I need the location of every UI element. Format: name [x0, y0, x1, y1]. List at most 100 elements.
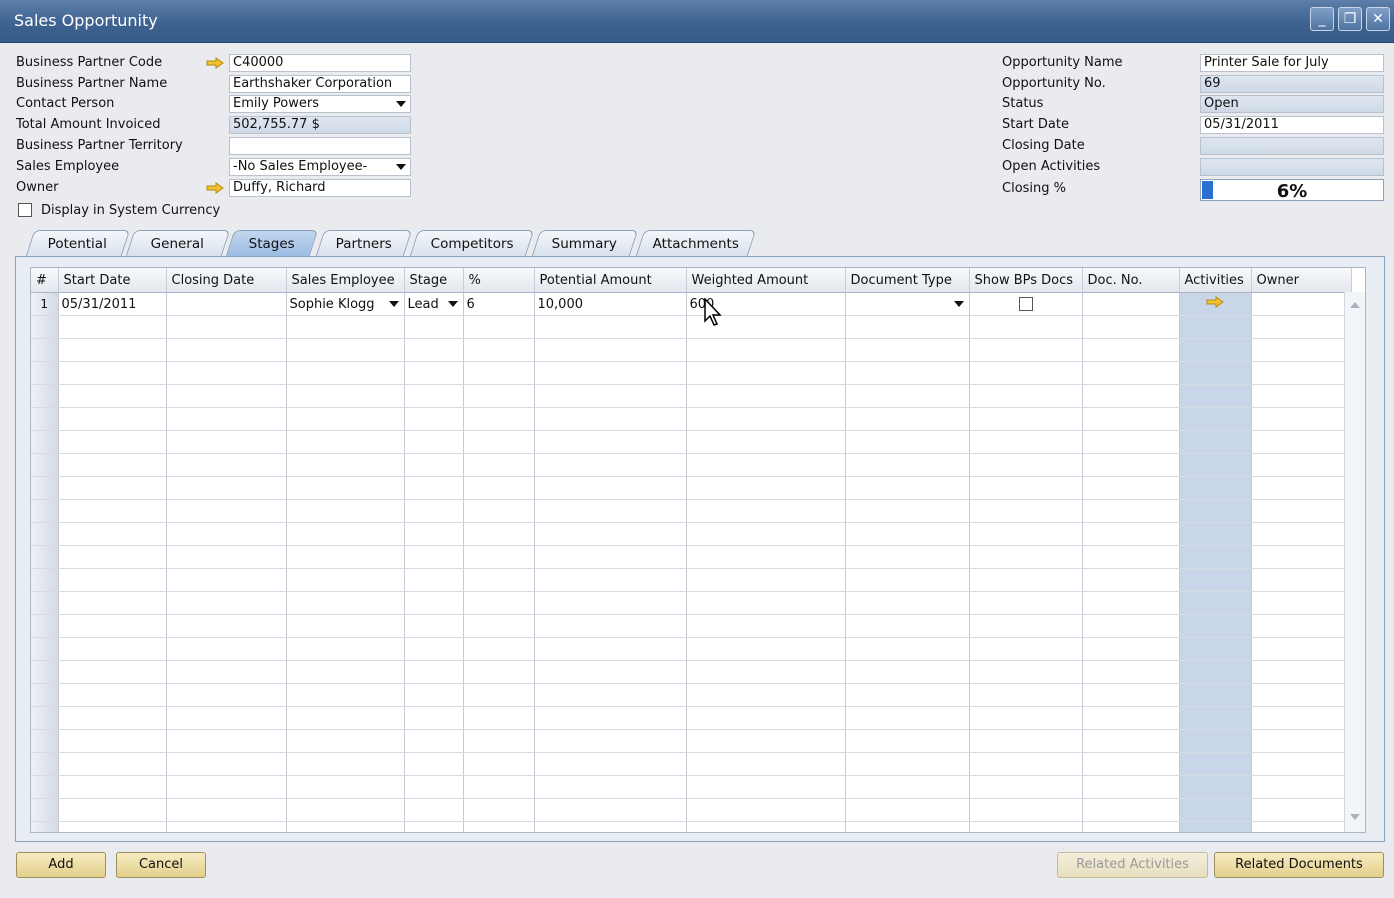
table-cell[interactable]	[58, 315, 167, 339]
vertical-scrollbar[interactable]	[1344, 292, 1365, 832]
table-cell[interactable]	[1179, 545, 1252, 569]
table-cell[interactable]	[1082, 338, 1180, 362]
table-cell[interactable]	[845, 338, 970, 362]
table-row[interactable]	[31, 706, 1352, 730]
opportunity-name-field[interactable]: Printer Sale for July	[1200, 54, 1384, 72]
territory-field[interactable]	[229, 137, 411, 155]
table-cell[interactable]	[1179, 338, 1252, 362]
table-cell[interactable]	[1251, 453, 1352, 477]
table-row[interactable]	[31, 476, 1352, 500]
show-bps-docs-cell[interactable]	[969, 292, 1083, 316]
table-cell[interactable]	[166, 430, 287, 454]
table-cell[interactable]	[1179, 384, 1252, 408]
scroll-down-icon[interactable]	[1350, 814, 1360, 820]
table-cell[interactable]	[463, 614, 535, 638]
table-cell[interactable]	[463, 683, 535, 707]
table-cell[interactable]	[286, 637, 405, 661]
table-cell[interactable]	[1251, 821, 1352, 832]
table-cell[interactable]	[969, 775, 1083, 799]
table-cell[interactable]	[1082, 407, 1180, 431]
table-cell[interactable]	[1251, 476, 1352, 500]
table-cell[interactable]	[286, 706, 405, 730]
chevron-down-icon[interactable]	[388, 301, 399, 307]
table-cell[interactable]	[404, 614, 464, 638]
table-cell[interactable]	[845, 315, 970, 339]
table-cell[interactable]	[286, 499, 405, 523]
table-cell[interactable]	[58, 338, 167, 362]
table-row[interactable]	[31, 407, 1352, 431]
table-row[interactable]	[31, 430, 1352, 454]
table-cell[interactable]	[969, 706, 1083, 730]
table-cell[interactable]	[166, 407, 287, 431]
owner-field[interactable]: Duffy, Richard	[229, 179, 411, 197]
table-cell[interactable]	[1179, 729, 1252, 753]
table-cell[interactable]	[969, 752, 1083, 776]
table-cell[interactable]	[686, 660, 846, 684]
table-cell[interactable]	[1179, 683, 1252, 707]
table-cell[interactable]	[58, 614, 167, 638]
table-cell[interactable]	[58, 522, 167, 546]
table-row[interactable]	[31, 338, 1352, 362]
table-cell[interactable]	[166, 614, 287, 638]
restore-button[interactable]: ❐	[1338, 7, 1362, 31]
table-cell[interactable]	[969, 476, 1083, 500]
link-arrow-icon[interactable]	[1206, 296, 1224, 308]
table-cell[interactable]	[1251, 683, 1352, 707]
bp-name-field[interactable]: Earthshaker Corporation	[229, 75, 411, 93]
table-row[interactable]	[31, 361, 1352, 385]
table-cell[interactable]	[845, 522, 970, 546]
table-cell[interactable]	[286, 568, 405, 592]
table-cell[interactable]	[969, 637, 1083, 661]
table-cell[interactable]	[404, 522, 464, 546]
col-header-owner[interactable]: Owner	[1251, 268, 1352, 293]
table-cell[interactable]	[686, 338, 846, 362]
col-header-activities[interactable]: Activities	[1179, 268, 1252, 293]
table-cell[interactable]	[845, 752, 970, 776]
table-cell[interactable]	[286, 522, 405, 546]
table-cell[interactable]	[463, 798, 535, 822]
table-cell[interactable]	[1179, 752, 1252, 776]
table-cell[interactable]	[166, 660, 287, 684]
table-cell[interactable]	[404, 407, 464, 431]
table-cell[interactable]	[969, 430, 1083, 454]
table-cell[interactable]	[58, 568, 167, 592]
owner-cell[interactable]	[1251, 292, 1352, 316]
table-cell[interactable]	[686, 729, 846, 753]
table-cell[interactable]	[58, 752, 167, 776]
table-cell[interactable]	[1179, 660, 1252, 684]
table-row[interactable]	[31, 729, 1352, 753]
table-cell[interactable]	[969, 499, 1083, 523]
table-cell[interactable]	[845, 637, 970, 661]
table-row[interactable]	[31, 775, 1352, 799]
table-cell[interactable]	[404, 683, 464, 707]
table-cell[interactable]	[534, 522, 687, 546]
table-cell[interactable]	[845, 568, 970, 592]
col-header-start-date[interactable]: Start Date	[58, 268, 167, 293]
contact-person-dropdown[interactable]: Emily Powers	[229, 95, 411, 113]
table-cell[interactable]	[463, 591, 535, 615]
table-cell[interactable]	[969, 660, 1083, 684]
table-cell[interactable]	[969, 545, 1083, 569]
minimize-button[interactable]: _	[1310, 7, 1334, 31]
table-cell[interactable]	[463, 384, 535, 408]
table-cell[interactable]	[404, 798, 464, 822]
table-cell[interactable]	[1179, 637, 1252, 661]
table-cell[interactable]	[534, 384, 687, 408]
table-cell[interactable]	[404, 499, 464, 523]
table-row[interactable]	[31, 384, 1352, 408]
table-cell[interactable]	[686, 775, 846, 799]
table-row[interactable]	[31, 821, 1352, 832]
table-cell[interactable]	[845, 683, 970, 707]
table-cell[interactable]	[1082, 315, 1180, 339]
table-cell[interactable]	[463, 476, 535, 500]
table-cell[interactable]	[286, 775, 405, 799]
table-cell[interactable]	[404, 637, 464, 661]
table-cell[interactable]	[58, 430, 167, 454]
table-cell[interactable]	[1082, 660, 1180, 684]
table-cell[interactable]	[1179, 798, 1252, 822]
table-cell[interactable]	[1179, 775, 1252, 799]
table-cell[interactable]	[166, 476, 287, 500]
col-header-show-bps-docs[interactable]: Show BPs Docs	[969, 268, 1083, 293]
table-row[interactable]	[31, 591, 1352, 615]
table-cell[interactable]	[286, 407, 405, 431]
